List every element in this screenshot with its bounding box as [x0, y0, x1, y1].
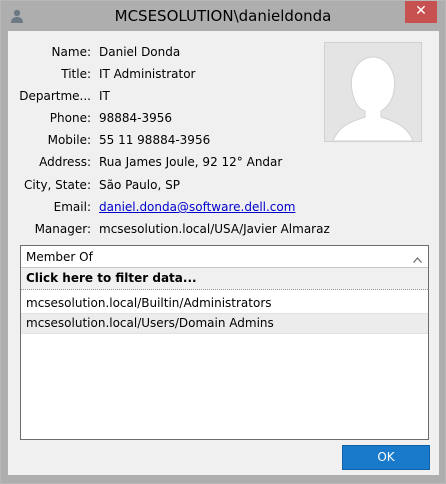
member-of-column-header[interactable]: Member Of: [21, 246, 428, 268]
title-label: Title:: [61, 67, 91, 81]
table-row[interactable]: mcsesolution.local/Users/Domain Admins: [21, 314, 428, 334]
close-button[interactable]: ✕: [405, 1, 437, 23]
chevron-up-icon: [413, 252, 422, 263]
department-value: IT: [99, 89, 110, 103]
window-bottom-border: [1, 475, 445, 483]
email-link[interactable]: daniel.donda@software.dell.com: [99, 200, 295, 214]
table-cell: mcsesolution.local/Builtin/Administrator…: [26, 296, 272, 310]
member-of-grid[interactable]: Member Of Click here to filter data... m…: [20, 245, 429, 440]
mobile-label: Mobile:: [47, 133, 91, 147]
window-title: MCSESOLUTION\danieldonda: [114, 7, 332, 25]
title-value: IT Administrator: [99, 67, 196, 81]
address-value: Rua James Joule, 92 12° Andar: [99, 155, 283, 169]
department-label: Departme...: [19, 89, 91, 103]
user-photo: [324, 42, 422, 142]
phone-label: Phone:: [49, 111, 91, 125]
ok-button[interactable]: OK: [342, 445, 430, 470]
close-icon: ✕: [415, 3, 427, 19]
mobile-value: 55 11 98884-3956: [99, 133, 211, 147]
city-state-value: São Paulo, SP: [99, 178, 180, 192]
properties-window: MCSESOLUTION\danieldonda ✕ Name: Daniel …: [0, 0, 446, 484]
city-state-label: City, State:: [24, 178, 91, 192]
default-avatar-icon: [325, 43, 421, 142]
address-label: Address:: [39, 155, 91, 169]
dialog-body: Name: Daniel Donda Title: IT Administrat…: [8, 31, 439, 475]
phone-value: 98884-3956: [99, 111, 173, 125]
manager-value: mcsesolution.local/USA/Javier Almaraz: [99, 222, 330, 236]
filter-row-text: Click here to filter data...: [26, 271, 197, 285]
name-value: Daniel Donda: [99, 45, 181, 59]
name-label: Name:: [51, 45, 91, 59]
email-label: Email:: [53, 200, 91, 214]
table-row[interactable]: mcsesolution.local/Builtin/Administrator…: [21, 294, 428, 314]
member-of-header-label: Member Of: [26, 250, 93, 264]
filter-row[interactable]: Click here to filter data...: [21, 268, 428, 290]
manager-label: Manager:: [34, 222, 91, 236]
title-bar[interactable]: MCSESOLUTION\danieldonda ✕: [1, 1, 445, 31]
table-cell: mcsesolution.local/Users/Domain Admins: [26, 316, 274, 330]
